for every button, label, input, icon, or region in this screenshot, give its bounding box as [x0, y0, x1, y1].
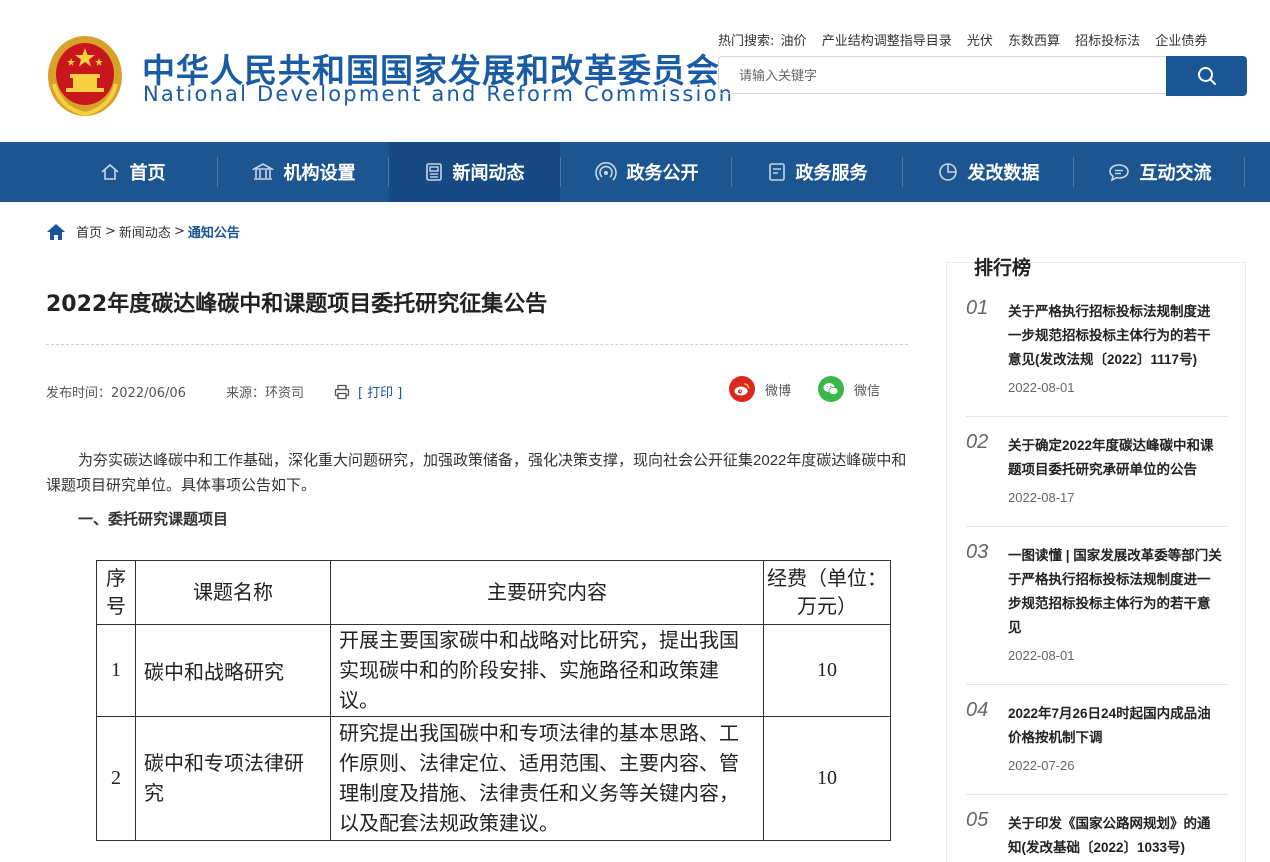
nav-item-home[interactable]: 首页 — [47, 142, 218, 202]
nav-item-interaction[interactable]: 互动交流 — [1074, 142, 1245, 202]
article-title: 2022年度碳达峰碳中和课题项目委托研究征集公告 — [46, 292, 548, 317]
table-header-cell: 主要研究内容 — [330, 560, 764, 625]
search-button[interactable] — [1166, 56, 1247, 96]
nav-label: 政务公开 — [626, 163, 699, 184]
nav-item-public-affairs[interactable]: 政务公开 — [561, 142, 732, 202]
breadcrumb: 首页 > 新闻动态 > 通知公告 — [46, 222, 240, 241]
publish-date: 发布时间：2022/06/06 — [46, 386, 186, 401]
table-header-cell: 经费（单位：万元） — [763, 560, 891, 625]
hot-searches: 热门搜索: 油价 产业结构调整指导目录 光伏 东数西算 招标投标法 企业债券 — [718, 30, 1218, 49]
table-cell-name: 碳中和专项法律研究 — [135, 716, 331, 841]
table-row: 2 碳中和专项法律研究 研究提出我国碳中和专项法律的基本思路、工作原则、法律定位… — [96, 716, 891, 841]
breadcrumb-news[interactable]: 新闻动态 — [119, 222, 171, 241]
hot-search-label: 热门搜索: — [718, 34, 775, 49]
rank-link[interactable]: 关于印发《国家公路网规划》的通知(发改基础〔2022〕1033号) — [1008, 812, 1222, 860]
document-icon — [768, 163, 785, 181]
rank-link[interactable]: 一图读懂 | 国家发展改革委等部门关于严格执行招标投标法规制度进一步规范招标投标… — [1008, 544, 1222, 640]
site-name-en: National Development and Reform Commissi… — [143, 82, 735, 106]
share-weibo-button[interactable]: 微博 — [729, 376, 791, 402]
weibo-icon — [729, 376, 755, 402]
hot-search-link[interactable]: 东数西算 — [1008, 34, 1060, 49]
wechat-icon — [818, 376, 844, 402]
print-label: [ 打印 ] — [357, 386, 403, 401]
building-icon — [251, 163, 274, 180]
breadcrumb-home[interactable]: 首页 — [76, 222, 102, 241]
hot-search-link[interactable]: 招标投标法 — [1075, 34, 1140, 49]
share-wechat-button[interactable]: 微信 — [818, 376, 880, 402]
table-cell-fee: 10 — [763, 624, 891, 717]
nav-item-organization[interactable]: 机构设置 — [218, 142, 389, 202]
project-table: 序号 课题名称 主要研究内容 经费（单位：万元） 1 碳中和战略研究 开展主要国… — [96, 560, 891, 841]
site-header: 中华人民共和国国家发展和改革委员会 National Development a… — [0, 0, 1270, 142]
rank-date: 2022-08-01 — [1008, 380, 1075, 395]
table-cell-content: 研究提出我国碳中和专项法律的基本思路、工作原则、法律定位、适用范围、主要内容、管… — [330, 716, 764, 841]
ranking-title: 排行榜 — [974, 257, 1032, 279]
nav-label: 机构设置 — [283, 163, 356, 184]
breadcrumb-separator: > — [173, 224, 185, 239]
nav-item-news[interactable]: 新闻动态 — [389, 142, 560, 202]
nav-item-data[interactable]: 发改数据 — [903, 142, 1074, 202]
rank-number: 04 — [966, 699, 989, 721]
printer-icon — [334, 384, 350, 399]
hot-search-link[interactable]: 产业结构调整指导目录 — [822, 34, 952, 49]
broadcast-icon — [594, 162, 617, 181]
table-cell-name: 碳中和战略研究 — [135, 624, 331, 717]
rank-date: 2022-07-26 — [1008, 758, 1075, 773]
breadcrumb-current[interactable]: 通知公告 — [188, 222, 240, 241]
rank-number: 01 — [966, 297, 989, 319]
title-divider — [46, 344, 908, 345]
nav-label: 首页 — [129, 163, 166, 184]
rank-number: 03 — [966, 541, 989, 563]
rank-number: 02 — [966, 431, 989, 453]
table-cell-no: 1 — [96, 624, 136, 717]
rank-divider — [966, 526, 1228, 527]
search-input[interactable] — [719, 57, 1166, 93]
main-nav: 首页 机构设置 新闻动态 政务公开 政务服务 发改数据 互动交流 — [0, 142, 1270, 202]
rank-divider — [966, 794, 1228, 795]
rank-date: 2022-08-01 — [1008, 648, 1075, 663]
article-intro: 为夯实碳达峰碳中和工作基础，深化重大问题研究，加强政策储备，强化决策支撑，现向社… — [46, 452, 907, 494]
table-header-cell: 序号 — [96, 560, 136, 625]
rank-link[interactable]: 关于严格执行招标投标法规制度进一步规范招标投标主体行为的若干意见(发改法规〔20… — [1008, 300, 1222, 372]
home-icon — [100, 163, 119, 180]
national-emblem-icon — [48, 36, 122, 117]
table-cell-fee: 10 — [763, 716, 891, 841]
news-icon — [425, 163, 442, 181]
table-cell-content: 开展主要国家碳中和战略对比研究，提出我国实现碳中和的阶段安排、实施路径和政策建议… — [330, 624, 764, 717]
article-source: 来源：环资司 — [225, 386, 304, 401]
share-wechat-label: 微信 — [854, 383, 881, 399]
nav-label: 新闻动态 — [452, 163, 525, 184]
chat-icon — [1108, 164, 1129, 182]
table-cell-no: 2 — [96, 716, 136, 841]
nav-label: 发改数据 — [967, 163, 1040, 184]
print-button[interactable]: [ 打印 ] — [334, 382, 402, 401]
search-icon — [1197, 67, 1216, 85]
rank-link[interactable]: 关于确定2022年度碳达峰碳中和课题项目委托研究承研单位的公告 — [1008, 434, 1222, 482]
rank-divider — [966, 416, 1228, 417]
hot-search-link[interactable]: 企业债券 — [1155, 34, 1207, 49]
rank-number: 05 — [966, 809, 989, 831]
nav-label: 互动交流 — [1139, 163, 1212, 184]
table-header-row: 序号 课题名称 主要研究内容 经费（单位：万元） — [96, 560, 891, 625]
article-meta: 发布时间：2022/06/06 来源：环资司 [ 打印 ] — [46, 382, 402, 401]
search-box — [718, 56, 1166, 94]
table-row: 1 碳中和战略研究 开展主要国家碳中和战略对比研究，提出我国实现碳中和的阶段安排… — [96, 624, 891, 717]
section-heading: 一、委托研究课题项目 — [78, 511, 229, 528]
rank-date: 2022-08-17 — [1008, 490, 1075, 505]
nav-item-services[interactable]: 政务服务 — [732, 142, 903, 202]
nav-label: 政务服务 — [795, 163, 868, 184]
rank-divider — [966, 684, 1228, 685]
hot-search-link[interactable]: 光伏 — [967, 34, 993, 49]
pie-chart-icon — [938, 163, 957, 181]
table-header-cell: 课题名称 — [135, 560, 331, 625]
share-weibo-label: 微博 — [765, 383, 792, 399]
home-icon[interactable] — [46, 223, 66, 241]
hot-search-link[interactable]: 油价 — [781, 34, 807, 49]
rank-link[interactable]: 2022年7月26日24时起国内成品油价格按机制下调 — [1008, 702, 1222, 750]
nav-divider — [1244, 157, 1245, 187]
breadcrumb-separator: > — [105, 224, 116, 239]
